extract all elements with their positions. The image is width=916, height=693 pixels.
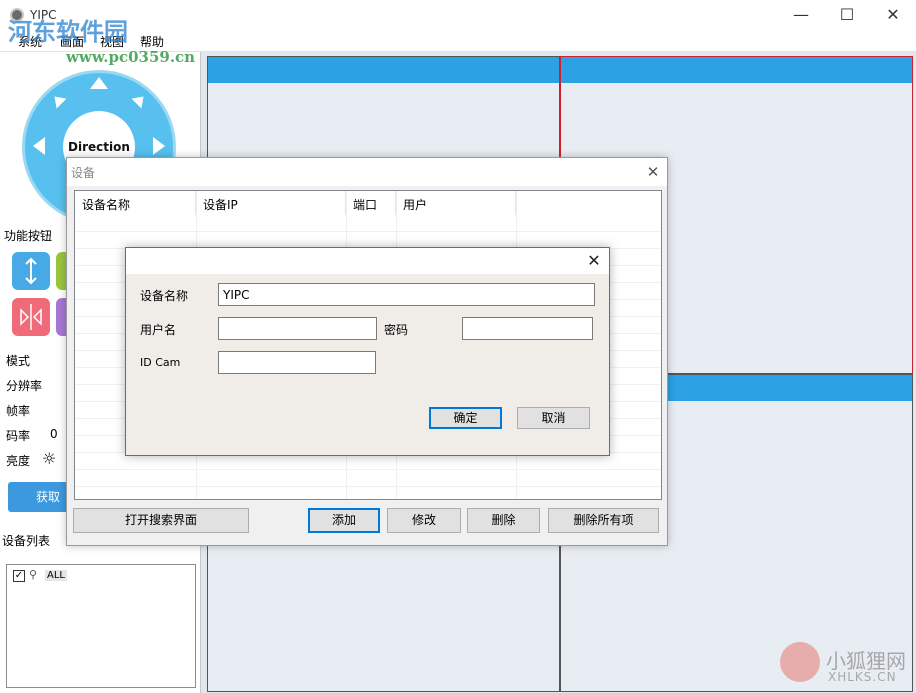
- param-bitrate-value: 0: [50, 427, 58, 441]
- device-list-label: 设备列表: [2, 534, 51, 548]
- edit-device-dialog: ✕ 设备名称 用户名 密码 ID Cam 确定 取消: [125, 247, 610, 456]
- fox-logo-icon: [780, 642, 820, 682]
- maximize-button[interactable]: ☐: [824, 0, 870, 30]
- password-label: 密码: [384, 323, 409, 337]
- param-bitrate-label: 码率: [6, 429, 31, 443]
- param-framerate-label: 帧率: [6, 404, 31, 418]
- ptz-left-icon[interactable]: [33, 137, 45, 155]
- close-button[interactable]: ✕: [870, 0, 916, 30]
- vertical-flip-icon[interactable]: [12, 252, 50, 290]
- id-cam-label: ID Cam: [140, 356, 181, 369]
- device-dialog-title: 设备: [71, 166, 96, 180]
- table-row[interactable]: [75, 470, 661, 487]
- watermark-site-logo: 河东软件园: [8, 17, 128, 46]
- ptz-right-icon[interactable]: [153, 137, 165, 155]
- password-input[interactable]: [462, 317, 593, 340]
- video-cell-header: [561, 57, 912, 83]
- device-dialog-close-icon[interactable]: ✕: [641, 160, 665, 184]
- tree-checkbox[interactable]: ✓: [13, 570, 25, 582]
- camera-group-icon: ⚲: [29, 568, 38, 581]
- param-resolution-label: 分辨率: [6, 379, 43, 393]
- tree-root-label[interactable]: ALL: [45, 570, 67, 581]
- delete-button[interactable]: 删除: [467, 508, 540, 533]
- video-cell-header: [208, 57, 559, 83]
- delete-all-button[interactable]: 删除所有项: [548, 508, 659, 533]
- modify-button[interactable]: 修改: [387, 508, 461, 533]
- device-dialog-titlebar: 设备 ✕: [67, 158, 667, 186]
- column-user[interactable]: 用户: [396, 191, 516, 215]
- ptz-up-left-icon[interactable]: [49, 91, 67, 109]
- column-device-ip[interactable]: 设备IP: [196, 191, 346, 215]
- function-buttons-label: 功能按钮: [4, 229, 53, 243]
- device-name-input[interactable]: [218, 283, 595, 306]
- ptz-up-right-icon[interactable]: [131, 91, 149, 109]
- id-cam-input[interactable]: [218, 351, 376, 374]
- ok-button[interactable]: 确定: [429, 407, 502, 429]
- mirror-icon[interactable]: [12, 298, 50, 336]
- minimize-button[interactable]: —: [778, 0, 824, 30]
- add-button[interactable]: 添加: [308, 508, 380, 533]
- brightness-icon: ☼: [42, 449, 57, 468]
- watermark-site-url: www.pc0359.cn: [66, 48, 196, 66]
- ptz-up-icon[interactable]: [90, 77, 108, 89]
- watermark-site2-url: XHLKS.CN: [828, 670, 897, 684]
- param-mode-label: 模式: [6, 354, 31, 368]
- column-port[interactable]: 端口: [346, 191, 396, 215]
- username-label: 用户名: [140, 323, 177, 337]
- title-bar: YIPC — ☐ ✕: [0, 0, 916, 30]
- cancel-button[interactable]: 取消: [517, 407, 590, 429]
- edit-dialog-close-icon[interactable]: ✕: [582, 249, 606, 273]
- param-brightness-label: 亮度: [6, 454, 31, 468]
- table-row[interactable]: [75, 215, 661, 232]
- device-tree[interactable]: ✓ ⚲ ALL: [6, 564, 196, 688]
- device-name-label: 设备名称: [140, 289, 189, 303]
- username-input[interactable]: [218, 317, 377, 340]
- column-device-name[interactable]: 设备名称: [75, 191, 196, 215]
- open-search-button[interactable]: 打开搜索界面: [73, 508, 249, 533]
- edit-dialog-titlebar: ✕: [126, 248, 609, 274]
